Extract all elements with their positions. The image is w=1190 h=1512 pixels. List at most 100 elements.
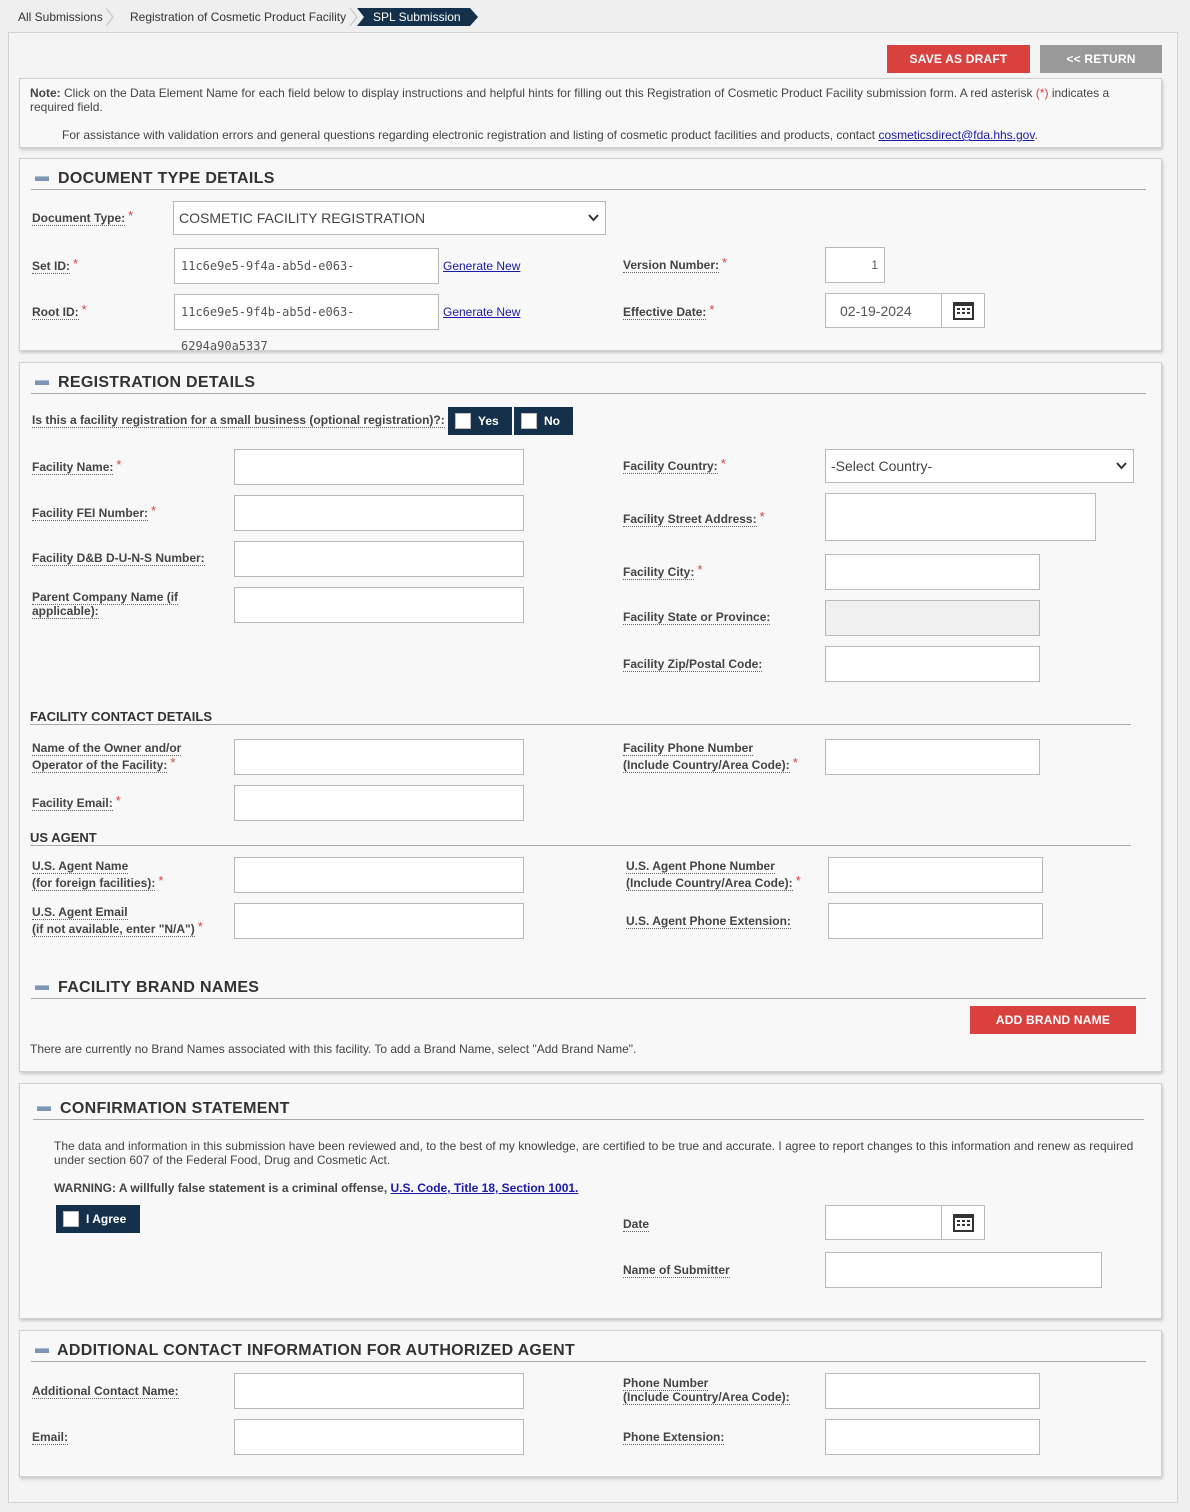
additional-email-input[interactable]	[234, 1419, 524, 1455]
date-label[interactable]: Date	[623, 1216, 650, 1233]
facility-street-label[interactable]: Facility Street Address: *	[623, 509, 765, 528]
document-type-select[interactable]: COSMETIC FACILITY REGISTRATION	[173, 201, 606, 235]
additional-ext-label[interactable]: Phone Extension:	[623, 1429, 725, 1446]
divider	[30, 845, 1131, 846]
divider	[31, 189, 1146, 190]
additional-phone-label[interactable]: Phone Number (Include Country/Area Code):	[623, 1376, 790, 1405]
minus-icon[interactable]	[35, 176, 49, 181]
contact-email-link[interactable]: cosmeticsdirect@fda.hhs.gov	[878, 128, 1034, 142]
facility-contact-title: FACILITY CONTACT DETAILS	[30, 709, 212, 724]
submitter-name-label[interactable]: Name of Submitter	[623, 1262, 730, 1279]
breadcrumb-registration[interactable]: Registration of Cosmetic Product Facilit…	[130, 8, 346, 26]
agent-email-label[interactable]: U.S. Agent Email (if not available, enter…	[32, 904, 203, 938]
date-input[interactable]	[825, 1205, 943, 1240]
agent-ext-input[interactable]	[828, 903, 1043, 939]
minus-icon[interactable]	[35, 985, 49, 990]
facility-fei-input[interactable]	[234, 495, 524, 531]
brand-names-title: FACILITY BRAND NAMES	[58, 979, 260, 996]
breadcrumb-spl-submission[interactable]: SPL Submission	[357, 8, 478, 26]
root-id-generate-new-link[interactable]: Generate New	[443, 305, 520, 319]
agent-email-input[interactable]	[234, 903, 524, 939]
additional-email-label[interactable]: Email:	[32, 1429, 69, 1446]
registration-details-title: REGISTRATION DETAILS	[58, 374, 256, 391]
additional-contact-name-label[interactable]: Additional Contact Name:	[32, 1383, 179, 1400]
minus-icon[interactable]	[37, 1106, 51, 1111]
chevron-right-icon	[105, 8, 114, 26]
checkbox-icon	[455, 413, 471, 429]
divider	[31, 393, 1146, 394]
owner-operator-label[interactable]: Name of the Owner and/or Operator of the …	[32, 740, 182, 774]
root-id-input[interactable]: 11c6e9e5-9f4b-ab5d-e063-6294a90a5337	[174, 294, 439, 353]
divider	[31, 1361, 1146, 1362]
parent-company-label[interactable]: Parent Company Name (if applicable):	[32, 590, 179, 619]
effective-date-label[interactable]: Effective Date: *	[623, 302, 714, 321]
us-code-link[interactable]: U.S. Code, Title 18, Section 1001.	[391, 1181, 579, 1195]
divider	[31, 998, 1146, 999]
agent-phone-input[interactable]	[828, 857, 1043, 893]
save-as-draft-button[interactable]: SAVE AS DRAFT	[887, 45, 1030, 73]
small-business-no-toggle[interactable]: No	[514, 407, 573, 435]
facility-city-input[interactable]	[825, 554, 1040, 590]
facility-duns-label[interactable]: Facility D&B D-U-N-S Number:	[32, 550, 205, 567]
facility-state-input	[825, 600, 1040, 636]
additional-ext-input[interactable]	[825, 1419, 1040, 1455]
chevron-down-icon	[1116, 462, 1127, 470]
facility-name-label[interactable]: Facility Name: *	[32, 457, 121, 476]
facility-phone-label[interactable]: Facility Phone Number (Include Country/Ar…	[623, 740, 798, 774]
us-agent-title: US AGENT	[30, 830, 97, 845]
minus-icon[interactable]	[35, 1348, 49, 1353]
document-type-label[interactable]: Document Type: *	[32, 208, 133, 227]
return-button[interactable]: << RETURN	[1040, 45, 1162, 73]
additional-contact-name-input[interactable]	[234, 1373, 524, 1409]
agent-phone-label[interactable]: U.S. Agent Phone Number (Include Country/…	[626, 858, 801, 892]
agent-name-input[interactable]	[234, 857, 524, 893]
facility-email-input[interactable]	[234, 785, 524, 821]
confirmation-title: CONFIRMATION STATEMENT	[60, 1100, 290, 1117]
small-business-yes-toggle[interactable]: Yes	[448, 407, 512, 435]
checkbox-icon	[521, 413, 537, 429]
facility-fei-label[interactable]: Facility FEI Number: *	[32, 503, 156, 522]
facility-zip-input[interactable]	[825, 646, 1040, 682]
i-agree-toggle[interactable]: I Agree	[56, 1205, 140, 1233]
effective-date-input[interactable]: 02-19-2024	[825, 293, 943, 328]
divider	[33, 1119, 1144, 1120]
additional-phone-input[interactable]	[825, 1373, 1040, 1409]
breadcrumb-all-submissions[interactable]: All Submissions	[18, 8, 103, 26]
small-business-question[interactable]: Is this a facility registration for a sm…	[32, 412, 445, 429]
facility-street-input[interactable]	[825, 493, 1096, 541]
version-number-label[interactable]: Version Number: *	[623, 255, 727, 274]
facility-email-label[interactable]: Facility Email: *	[32, 793, 121, 812]
set-id-generate-new-link[interactable]: Generate New	[443, 259, 520, 273]
parent-company-input[interactable]	[234, 587, 524, 623]
chevron-right-icon	[349, 8, 358, 26]
facility-city-label[interactable]: Facility City: *	[623, 562, 702, 581]
owner-operator-input[interactable]	[234, 739, 524, 775]
facility-country-select[interactable]: -Select Country-	[825, 449, 1134, 483]
date-calendar-button[interactable]	[941, 1205, 985, 1240]
facility-state-label[interactable]: Facility State or Province:	[623, 609, 771, 626]
facility-phone-input[interactable]	[825, 739, 1040, 775]
facility-country-label[interactable]: Facility Country: *	[623, 456, 726, 475]
assistance-text: For assistance with validation errors an…	[62, 128, 1038, 142]
warning-text: WARNING: A willfully false statement is …	[54, 1181, 579, 1195]
version-number-input[interactable]: 1	[825, 247, 885, 283]
no-brands-text: There are currently no Brand Names assoc…	[30, 1042, 637, 1056]
facility-name-input[interactable]	[234, 449, 524, 485]
facility-zip-label[interactable]: Facility Zip/Postal Code:	[623, 656, 763, 673]
checkbox-icon	[63, 1211, 79, 1227]
calendar-icon	[953, 1214, 974, 1232]
chevron-down-icon	[588, 214, 599, 222]
facility-duns-input[interactable]	[234, 541, 524, 577]
agent-ext-label[interactable]: U.S. Agent Phone Extension:	[626, 913, 791, 930]
confirmation-statement: The data and information in this submiss…	[54, 1139, 1134, 1167]
add-brand-name-button[interactable]: ADD BRAND NAME	[970, 1006, 1136, 1034]
agent-name-label[interactable]: U.S. Agent Name (for foreign facilities):…	[32, 858, 163, 892]
minus-icon[interactable]	[35, 380, 49, 385]
set-id-label[interactable]: Set ID: *	[32, 256, 78, 275]
calendar-icon	[953, 302, 974, 320]
submitter-name-input[interactable]	[825, 1252, 1102, 1288]
root-id-label[interactable]: Root ID: *	[32, 302, 87, 321]
effective-date-calendar-button[interactable]	[941, 293, 985, 328]
document-type-title: DOCUMENT TYPE DETAILS	[58, 170, 275, 187]
set-id-input[interactable]: 11c6e9e5-9f4a-ab5d-e063-6294a90a5337	[174, 248, 439, 307]
